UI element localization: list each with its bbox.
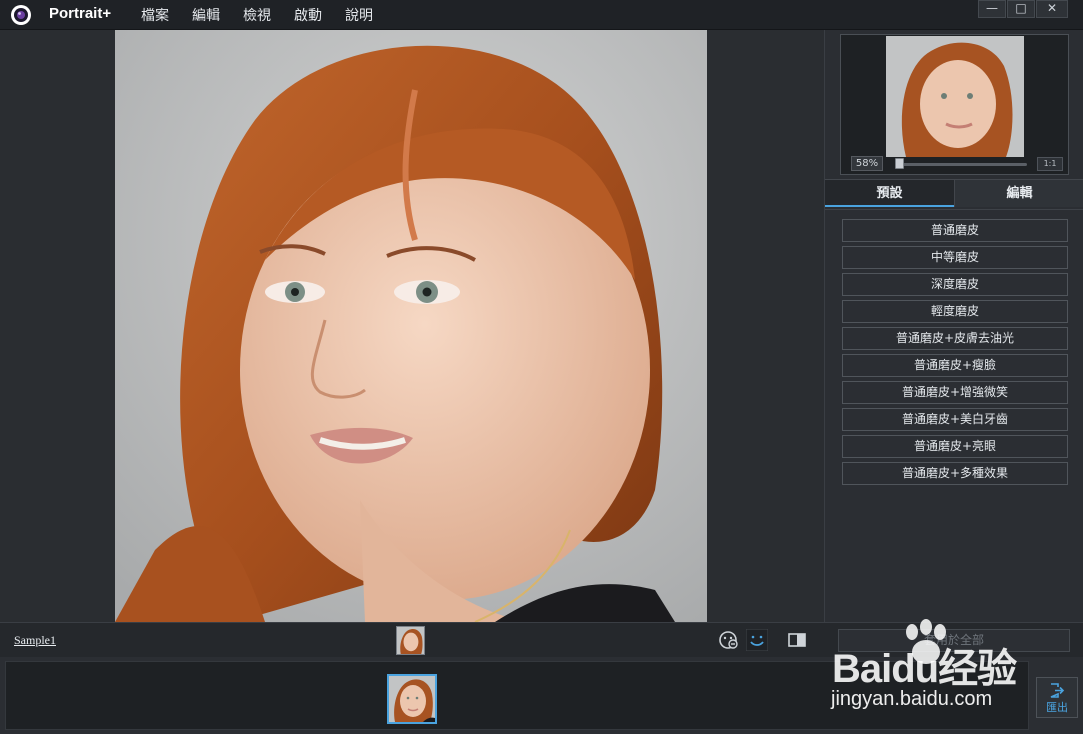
right-panel: 58% 1:1 預設 編輯 普通磨皮 中等磨皮 深度磨皮 輕度磨皮 普通磨皮+皮… <box>824 30 1083 622</box>
preset-button[interactable]: 深度磨皮 <box>842 273 1068 296</box>
export-icon <box>1050 683 1065 698</box>
preset-button[interactable]: 普通磨皮+皮膚去油光 <box>842 327 1068 350</box>
image-viewer <box>0 30 824 622</box>
file-name-link[interactable]: Sample1 <box>14 633 56 648</box>
preset-button[interactable]: 普通磨皮+美白牙齒 <box>842 408 1068 431</box>
preset-button[interactable]: 普通磨皮+亮眼 <box>842 435 1068 458</box>
smile-icon[interactable] <box>746 629 768 651</box>
preset-button[interactable]: 普通磨皮+瘦臉 <box>842 354 1068 377</box>
zoom-slider-handle[interactable] <box>895 158 904 169</box>
zoom-level: 58% <box>851 156 883 171</box>
app-title: Portrait+ <box>49 5 112 22</box>
minimize-button[interactable]: — <box>978 0 1006 18</box>
export-button[interactable]: 匯出 <box>1036 677 1078 718</box>
maximize-button[interactable]: □ <box>1007 0 1035 18</box>
navigator-panel[interactable]: 58% 1:1 <box>840 34 1069 175</box>
menu-file[interactable]: 檔案 <box>141 5 169 25</box>
face-detect-icon[interactable] <box>718 629 740 651</box>
navigator-thumbnail <box>886 36 1024 157</box>
filmstrip <box>5 661 1029 730</box>
compare-view-icon[interactable] <box>786 629 808 651</box>
preset-button[interactable]: 普通磨皮+增強微笑 <box>842 381 1068 404</box>
camera-lens-icon <box>11 5 31 25</box>
filmstrip-toolbar: Sample1 套用於全部 <box>0 622 1083 657</box>
tab-divider <box>825 209 1083 210</box>
tab-presets[interactable]: 預設 <box>825 179 954 207</box>
preset-button[interactable]: 普通磨皮+多種效果 <box>842 462 1068 485</box>
filmstrip-thumbnail[interactable] <box>387 674 437 724</box>
export-label: 匯出 <box>1046 701 1068 714</box>
preset-button[interactable]: 輕度磨皮 <box>842 300 1068 323</box>
preset-button[interactable]: 普通磨皮 <box>842 219 1068 242</box>
preset-button[interactable]: 中等磨皮 <box>842 246 1068 269</box>
apply-to-all-button[interactable]: 套用於全部 <box>838 629 1070 652</box>
close-button[interactable]: ✕ <box>1036 0 1068 18</box>
menu-edit[interactable]: 編輯 <box>192 5 220 25</box>
menu-help[interactable]: 說明 <box>345 5 373 25</box>
title-bar: Portrait+ 檔案 編輯 檢視 啟動 說明 — □ ✕ <box>0 0 1083 30</box>
actual-size-button[interactable]: 1:1 <box>1037 157 1063 171</box>
zoom-slider-track[interactable] <box>897 163 1027 166</box>
menu-view[interactable]: 檢視 <box>243 5 271 25</box>
portrait-photo <box>115 30 707 622</box>
current-image-thumbnail[interactable] <box>396 626 425 655</box>
menu-activate[interactable]: 啟動 <box>294 5 322 25</box>
tab-edit[interactable]: 編輯 <box>954 179 1083 207</box>
